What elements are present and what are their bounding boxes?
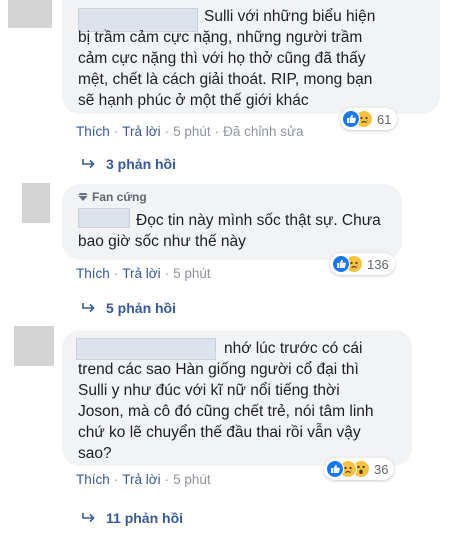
- reaction-summary[interactable]: 136: [330, 253, 395, 275]
- view-replies-link[interactable]: 5 phản hồi: [82, 300, 176, 316]
- like-link[interactable]: Thích: [76, 124, 110, 139]
- avatar[interactable]: [22, 183, 50, 223]
- comment-actions: Thích · Trả lời · 5 phút · Đã chỉnh sửa: [76, 124, 304, 139]
- separator: ·: [214, 124, 220, 139]
- comment-line: cảm cực nặng thì với họ thở cũng đã thấy: [78, 50, 366, 67]
- reply-arrow-icon: [82, 159, 95, 169]
- comment-text: nhớ lúc trước có cái trend các sao Hàn g…: [78, 338, 374, 464]
- comment-line: bao giờ sốc như thế này: [78, 233, 246, 250]
- separator: ·: [164, 124, 170, 139]
- comment-line: Sulli với những biểu hiện: [204, 8, 376, 25]
- reaction-count: 36: [374, 461, 389, 477]
- separator: ·: [113, 266, 119, 281]
- comment-line: Đọc tin này mình sốc thật sự. Chưa: [136, 212, 381, 229]
- timestamp[interactable]: 5 phút: [173, 472, 211, 487]
- view-replies-link[interactable]: 11 phản hồi: [82, 510, 183, 526]
- reaction-count: 136: [367, 256, 389, 272]
- replies-count-label: 3 phản hồi: [106, 156, 176, 172]
- view-replies-link[interactable]: 3 phản hồi: [82, 156, 176, 172]
- reply-arrow-icon: [82, 513, 95, 523]
- comment-line: Joson, mà cô đó cũng chết trẻ, nói tâm l…: [78, 403, 374, 420]
- avatar[interactable]: [8, 0, 52, 28]
- reply-link[interactable]: Trả lời: [122, 472, 160, 487]
- like-link[interactable]: Thích: [76, 472, 110, 487]
- like-reaction-icon: [342, 110, 360, 128]
- comment-actions: Thích · Trả lời · 5 phút: [76, 472, 211, 487]
- reaction-count: 61: [377, 111, 392, 127]
- separator: ·: [113, 124, 119, 139]
- fan-badge-label: Fan cứng: [92, 190, 147, 204]
- reaction-summary[interactable]: 36: [324, 458, 395, 480]
- separator: ·: [164, 266, 170, 281]
- comment-actions: Thích · Trả lời · 5 phút: [76, 266, 211, 281]
- replies-count-label: 5 phản hồi: [106, 300, 176, 316]
- comment-line: bị trầm cảm cực nặng, những người trầm: [78, 29, 363, 46]
- comment-line: mệt, chết là cách giải thoát. RIP, mong …: [78, 71, 373, 88]
- comment-line: trend các sao Hàn giống người cổ đại thì: [78, 361, 359, 378]
- comment-text: Đọc tin này mình sốc thật sự. Chưa bao g…: [78, 210, 381, 252]
- reply-arrow-icon: [82, 303, 95, 313]
- diamond-icon: [78, 193, 88, 201]
- comment-line: nhớ lúc trước có cái: [224, 340, 363, 357]
- like-reaction-icon: [326, 460, 344, 478]
- separator: ·: [164, 472, 170, 487]
- timestamp[interactable]: 5 phút: [173, 266, 211, 281]
- comment-line: sẽ hạnh phúc ở một thế giới khác: [78, 92, 309, 109]
- fan-badge: Fan cứng: [78, 190, 147, 204]
- avatar[interactable]: [14, 326, 54, 366]
- comment-line: Sulli y như đúc với kĩ nữ nổi tiếng thời: [78, 382, 340, 399]
- replies-count-label: 11 phản hồi: [106, 510, 184, 526]
- reply-link[interactable]: Trả lời: [122, 124, 160, 139]
- comment-line: chứ ko lẽ chuyển thế đầu thai rồi vẫn vậ…: [78, 424, 361, 441]
- separator: ·: [113, 472, 119, 487]
- edited-label[interactable]: Đã chỉnh sửa: [223, 124, 303, 139]
- reply-link[interactable]: Trả lời: [122, 266, 160, 281]
- reaction-summary[interactable]: 61: [340, 108, 398, 130]
- comment-text: Sulli với những biểu hiện bị trầm cảm cự…: [78, 6, 375, 111]
- like-link[interactable]: Thích: [76, 266, 110, 281]
- timestamp[interactable]: 5 phút: [173, 124, 211, 139]
- like-reaction-icon: [332, 255, 350, 273]
